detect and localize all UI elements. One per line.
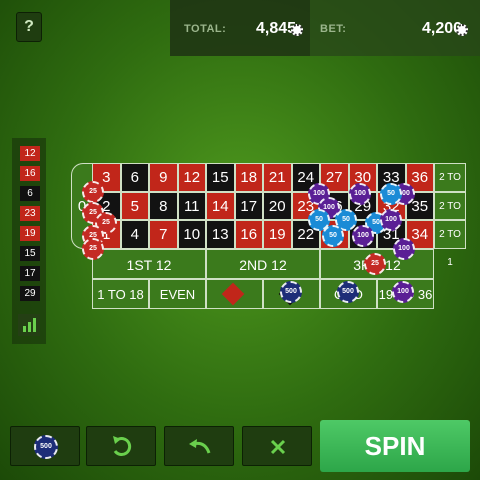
spin-button[interactable]: SPIN [320, 420, 470, 472]
number-cell[interactable]: 18 [234, 163, 263, 192]
number-cell[interactable]: 19 [263, 220, 292, 249]
rebet-button[interactable] [86, 426, 156, 466]
chip-icon: 500 [34, 435, 58, 459]
number-cell[interactable]: 16 [234, 220, 263, 249]
bet-chip[interactable]: 50 [322, 225, 344, 247]
low-bet[interactable]: 1 TO 18 [92, 279, 149, 309]
even-bet[interactable]: EVEN [149, 279, 206, 309]
column-bet[interactable]: 2 TO 1 [434, 220, 466, 268]
number-cell[interactable]: 21 [263, 163, 292, 192]
rebet-icon [113, 436, 132, 456]
number-cell[interactable]: 11 [177, 191, 206, 220]
number-cell[interactable]: 13 [206, 220, 235, 249]
bet-chip[interactable]: 500 [280, 281, 302, 303]
red-bet[interactable] [206, 279, 263, 309]
column-bet[interactable]: 2 TO 1 [434, 163, 466, 211]
dozen-bet[interactable]: 2ND 12 [206, 249, 320, 279]
number-cell[interactable]: 7 [149, 220, 178, 249]
number-cell[interactable]: 6 [120, 163, 149, 192]
bet-chip[interactable]: 100 [380, 209, 402, 231]
undo-icon [189, 439, 211, 454]
chip-selector-button[interactable]: 500 [10, 426, 80, 466]
bet-chip[interactable]: 100 [392, 281, 414, 303]
number-cell[interactable]: 10 [177, 220, 206, 249]
bet-chip[interactable]: 25 [364, 253, 386, 275]
number-cell[interactable]: 5 [120, 191, 149, 220]
number-cell[interactable]: 4 [120, 220, 149, 249]
roulette-table: 0 3 6 9 12 15 18 21 24 27 30 33 36 2 TO … [0, 0, 480, 480]
number-cell[interactable]: 8 [149, 191, 178, 220]
bet-chip[interactable]: 50 [380, 183, 402, 205]
bottom-bar: 500 SPIN [0, 420, 480, 480]
clear-icon [270, 439, 286, 455]
bet-chip[interactable]: 100 [349, 183, 371, 205]
clear-button[interactable] [242, 426, 312, 466]
dozen-bet[interactable]: 1ST 12 [92, 249, 206, 279]
undo-button[interactable] [164, 426, 234, 466]
bet-chip[interactable]: 25 [82, 238, 104, 260]
number-cell[interactable]: 15 [206, 163, 235, 192]
number-cell[interactable]: 9 [149, 163, 178, 192]
red-diamond-icon [221, 282, 245, 306]
bet-chip[interactable]: 100 [393, 238, 415, 260]
bet-chip[interactable]: 500 [337, 281, 359, 303]
number-cell[interactable]: 14 [206, 191, 235, 220]
bet-chip[interactable]: 100 [352, 225, 374, 247]
number-cell[interactable]: 12 [177, 163, 206, 192]
bet-chip[interactable]: 25 [82, 181, 104, 203]
number-cell[interactable]: 20 [263, 191, 292, 220]
number-cell[interactable]: 17 [234, 191, 263, 220]
column-bet[interactable]: 2 TO 1 [434, 191, 466, 240]
